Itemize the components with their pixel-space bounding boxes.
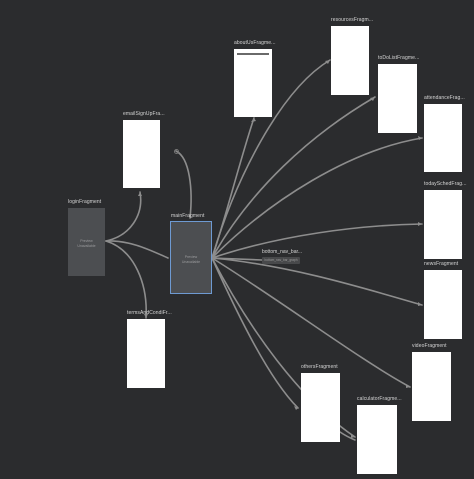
fragment-news[interactable]: newsFragment (424, 261, 462, 339)
fragment-other-preview (301, 373, 340, 442)
fragment-attendance-preview (424, 104, 462, 172)
fragment-email-signup-title: emailSignUpFra... (123, 111, 165, 117)
preview-unavailable-text: Preview Unavailable (68, 239, 105, 249)
fragment-resources-title: resourcesFragm... (331, 17, 374, 23)
fragment-about-title: aboutUsFragme... (234, 40, 276, 46)
fragment-today-schedule-title: todaySchedFrag... (424, 181, 467, 187)
preview-line-2: Unavailable (77, 244, 96, 249)
fragment-todo-preview (378, 64, 417, 133)
fragment-main-title: mainFragment (171, 213, 205, 219)
fragment-about[interactable]: aboutUsFragme... (234, 40, 276, 117)
preview-line-2: Unavailable (181, 259, 201, 264)
fragment-email-signup[interactable]: emailSignUpFra... (123, 111, 165, 188)
edge-main-to-action (211, 257, 263, 261)
edge-main-to-today (211, 223, 423, 259)
fragment-other[interactable]: othersFragment (301, 364, 340, 442)
fragment-todo-title: toDoListFragme... (378, 55, 420, 61)
fragment-login-preview: Preview Unavailable (68, 208, 105, 276)
fragment-attendance[interactable]: attendanceFrag... (424, 95, 465, 172)
fragment-calculator-preview (357, 405, 397, 474)
fragment-todo[interactable]: toDoListFragme... (378, 55, 419, 133)
fragment-video-preview (412, 352, 451, 421)
edge-main-to-todo (211, 96, 376, 259)
toolbar-line (237, 53, 269, 55)
edge-other-to-calculator (339, 431, 356, 441)
fragment-main[interactable]: mainFragment Preview Unavailable (170, 213, 212, 294)
fragment-resources[interactable]: resourcesFragm... (331, 17, 373, 95)
edge-main-to-about (211, 117, 255, 259)
edge-login-to-terms (105, 240, 147, 319)
edge-email-signup-to-main (175, 150, 192, 219)
fragment-terms-title: termsAndCondiFr... (127, 310, 172, 316)
fragment-login[interactable]: loginFragment Preview Unavailable (68, 199, 105, 276)
edge-main-to-other (211, 257, 299, 409)
fragment-other-title: othersFragment (301, 364, 338, 370)
fragment-terms[interactable]: termsAndCondiFr... (127, 310, 172, 388)
fragment-calculator[interactable]: calculatorFragme... (357, 396, 402, 474)
fragment-today-schedule[interactable]: todaySchedFrag... (424, 181, 466, 259)
fragment-email-signup-preview (123, 120, 160, 188)
edge-login-to-email-signup (105, 191, 142, 242)
fragment-resources-preview (331, 26, 369, 95)
fragment-video[interactable]: videoFragment (412, 343, 451, 421)
fragment-calculator-title: calculatorFragme... (357, 396, 402, 402)
edge-main-to-news (211, 257, 423, 306)
fragment-today-schedule-preview (424, 190, 462, 259)
edge-main-to-attendance (211, 137, 423, 259)
fragment-login-title: loginFragment (68, 199, 102, 205)
preview-unavailable-text: Preview Unavailable (171, 255, 211, 265)
fragment-news-title: newsFragment (424, 261, 459, 267)
navigation-graph-canvas[interactable]: loginFragment Preview Unavailable emailS… (0, 0, 474, 479)
nested-graph-label: bottom_nav_bar... (262, 249, 303, 255)
edge-login-to-main (105, 240, 169, 259)
nested-graph-chip[interactable]: bottom_nav_bar_graph (262, 257, 300, 264)
fragment-video-title: videoFragment (412, 343, 447, 349)
fragment-about-preview (234, 49, 272, 117)
loop-handle[interactable] (174, 149, 179, 154)
fragment-attendance-title: attendanceFrag... (424, 95, 465, 101)
fragment-main-preview: Preview Unavailable (170, 221, 212, 294)
fragment-news-preview (424, 270, 462, 339)
fragment-terms-preview (127, 319, 165, 388)
